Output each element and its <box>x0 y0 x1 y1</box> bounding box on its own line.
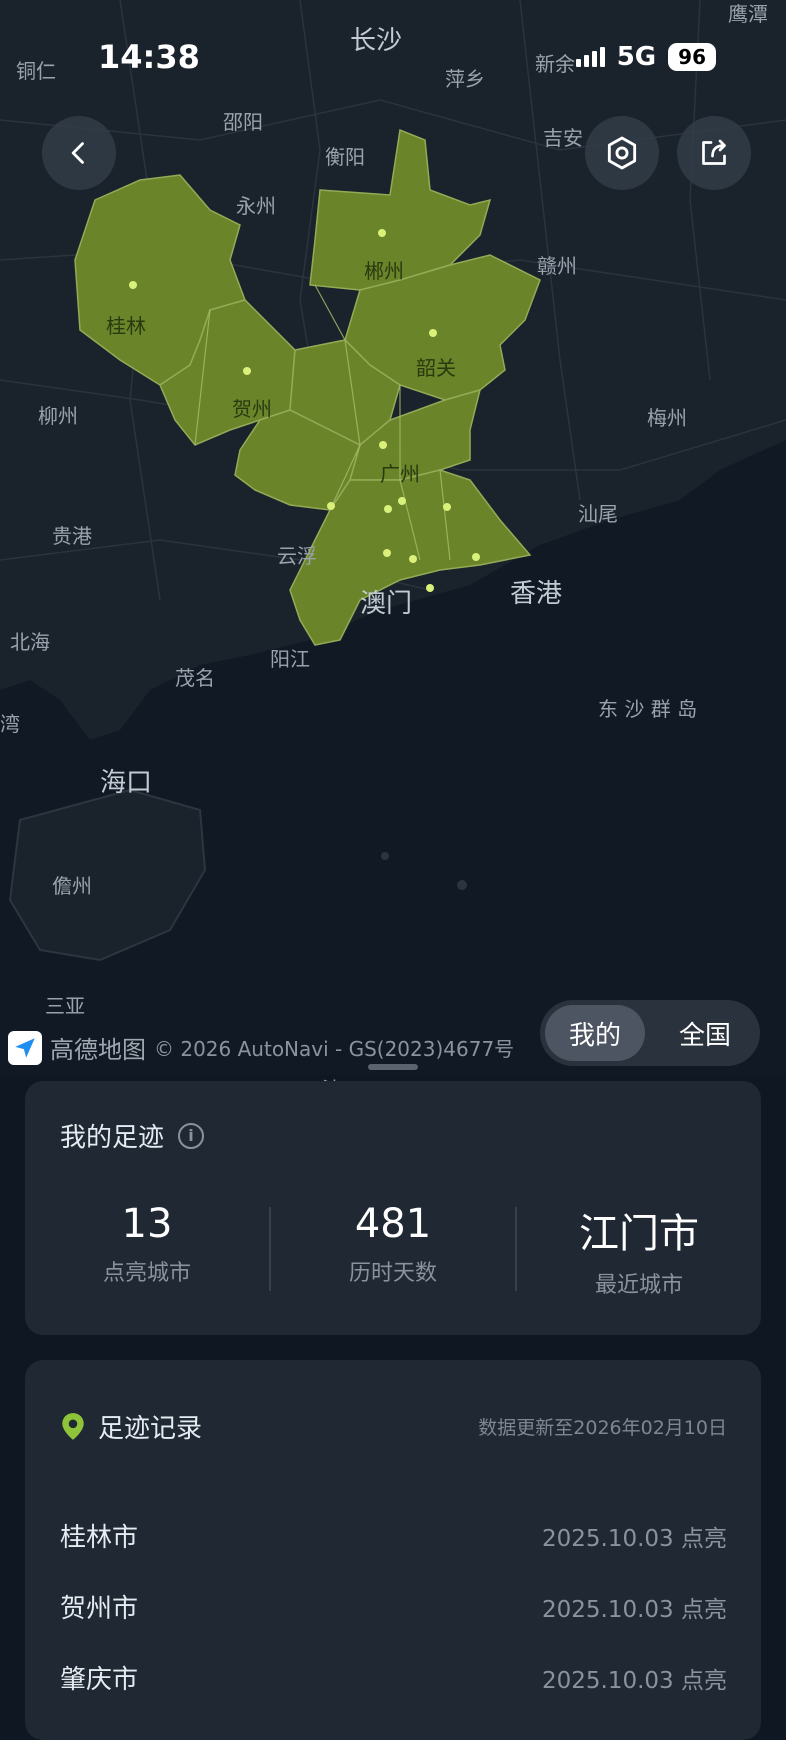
record-date: 2025.10.03 点亮 <box>542 1667 727 1694</box>
map-label: 桂林 <box>106 314 146 338</box>
map-label: 三亚 <box>45 994 85 1018</box>
map-label: 新余 <box>535 52 575 76</box>
record-city: 贺州市 <box>60 1594 139 1624</box>
map-label: 邵阳 <box>223 110 263 134</box>
summary-title-row: 我的足迹 i <box>60 1117 205 1154</box>
toggle-mine[interactable]: 我的 <box>545 1005 645 1061</box>
records-list: 桂林市 2025.10.03 点亮 贺州市 2025.10.03 点亮 肇庆市 … <box>60 1500 727 1713</box>
battery-badge: 96 <box>668 43 716 71</box>
records-update-text: 数据更新至2026年02月10日 <box>478 1417 727 1439</box>
map-label: 衡阳 <box>325 145 365 169</box>
record-date: 2025.10.03 点亮 <box>542 1525 727 1552</box>
record-row[interactable]: 桂林市 2025.10.03 点亮 <box>60 1500 727 1571</box>
info-icon[interactable]: i <box>178 1122 205 1149</box>
back-button[interactable] <box>42 116 116 190</box>
footprint-records-card: 足迹记录 数据更新至2026年02月10日 桂林市 2025.10.03 点亮 … <box>25 1360 761 1740</box>
share-icon <box>702 139 726 165</box>
stat-days: 481 历时天数 <box>271 1201 515 1299</box>
map-label: 吉安 <box>543 126 583 150</box>
map-label: 郴州 <box>364 259 404 283</box>
stat-value: 481 <box>354 1201 432 1247</box>
status-indicators: 5G 96 <box>575 42 716 72</box>
map-label: 贵港 <box>52 524 92 548</box>
record-row[interactable]: 贺州市 2025.10.03 点亮 <box>60 1571 727 1642</box>
footprint-summary-card: 我的足迹 i 13 点亮城市 481 历时天数 江门市 最近城市 <box>25 1081 761 1335</box>
map-credit: 高德地图 © 2026 AutoNavi - GS(2023)4677号 <box>8 1030 514 1065</box>
records-title: 足迹记录 <box>98 1414 203 1444</box>
map-label: 广州 <box>380 462 420 486</box>
map-label: 儋州 <box>52 874 92 898</box>
map-label: 海口 <box>100 768 153 798</box>
map-label: 云浮 <box>277 544 317 568</box>
settings-button[interactable] <box>585 116 659 190</box>
map-label: 茂名 <box>175 666 215 690</box>
signal-icon <box>575 47 605 67</box>
map-label: 梅州 <box>647 406 687 430</box>
map-label: 北海 <box>10 630 50 654</box>
stat-value: 13 <box>121 1201 173 1247</box>
map-label: 柳州 <box>38 404 78 428</box>
toggle-nationwide[interactable]: 全国 <box>655 1005 755 1061</box>
map-label: 澳门 <box>360 589 413 619</box>
amap-logo-name: 高德地图 <box>50 1036 146 1064</box>
record-date: 2025.10.03 点亮 <box>542 1596 727 1623</box>
location-pin-icon <box>62 1412 84 1440</box>
stat-label: 点亮城市 <box>102 1261 191 1286</box>
record-city: 肇庆市 <box>60 1665 139 1695</box>
map-label: 贺州 <box>232 397 272 421</box>
map-label: 长沙 <box>350 26 403 56</box>
sheet-drag-handle[interactable] <box>368 1064 418 1070</box>
stat-label: 最近城市 <box>594 1273 683 1298</box>
records-header: 足迹记录 数据更新至2026年02月10日 <box>60 1408 727 1445</box>
record-row[interactable]: 肇庆市 2025.10.03 点亮 <box>60 1642 727 1713</box>
scope-toggle: 我的 全国 <box>540 1000 760 1066</box>
map-label: 湾 <box>0 712 20 736</box>
stat-value: 江门市 <box>579 1211 699 1257</box>
map-label: 汕尾 <box>578 502 618 526</box>
navigation-arrow-icon <box>15 1037 35 1058</box>
map-label: 永州 <box>236 194 276 218</box>
map-label: 赣州 <box>537 254 577 278</box>
map-label: 东 沙 群 岛 <box>598 697 698 721</box>
share-button[interactable] <box>677 116 751 190</box>
summary-title: 我的足迹 <box>60 1123 165 1153</box>
chevron-left-icon <box>71 142 84 164</box>
map-label: 鹰潭 <box>728 2 768 26</box>
map-view[interactable] <box>0 0 786 1075</box>
map-label: 香港 <box>510 579 563 609</box>
stat-recent-city: 江门市 最近城市 <box>517 1201 761 1299</box>
records-title-row: 足迹记录 <box>60 1408 202 1445</box>
map-label: 韶关 <box>416 356 456 380</box>
hexagon-settings-icon <box>607 136 637 170</box>
amap-logo <box>8 1030 42 1065</box>
map-label: 铜仁 <box>16 59 56 83</box>
stat-cities: 13 点亮城市 <box>25 1201 269 1299</box>
network-type: 5G <box>616 42 657 72</box>
summary-stats: 13 点亮城市 481 历时天数 江门市 最近城市 <box>25 1201 761 1299</box>
map-label: 萍乡 <box>445 67 485 91</box>
stat-label: 历时天数 <box>348 1261 437 1286</box>
record-city: 桂林市 <box>60 1523 139 1553</box>
copyright-text: © 2026 AutoNavi - GS(2023)4677号 <box>154 1037 515 1061</box>
status-time: 14:38 <box>98 38 200 76</box>
map-label: 阳江 <box>270 647 310 671</box>
